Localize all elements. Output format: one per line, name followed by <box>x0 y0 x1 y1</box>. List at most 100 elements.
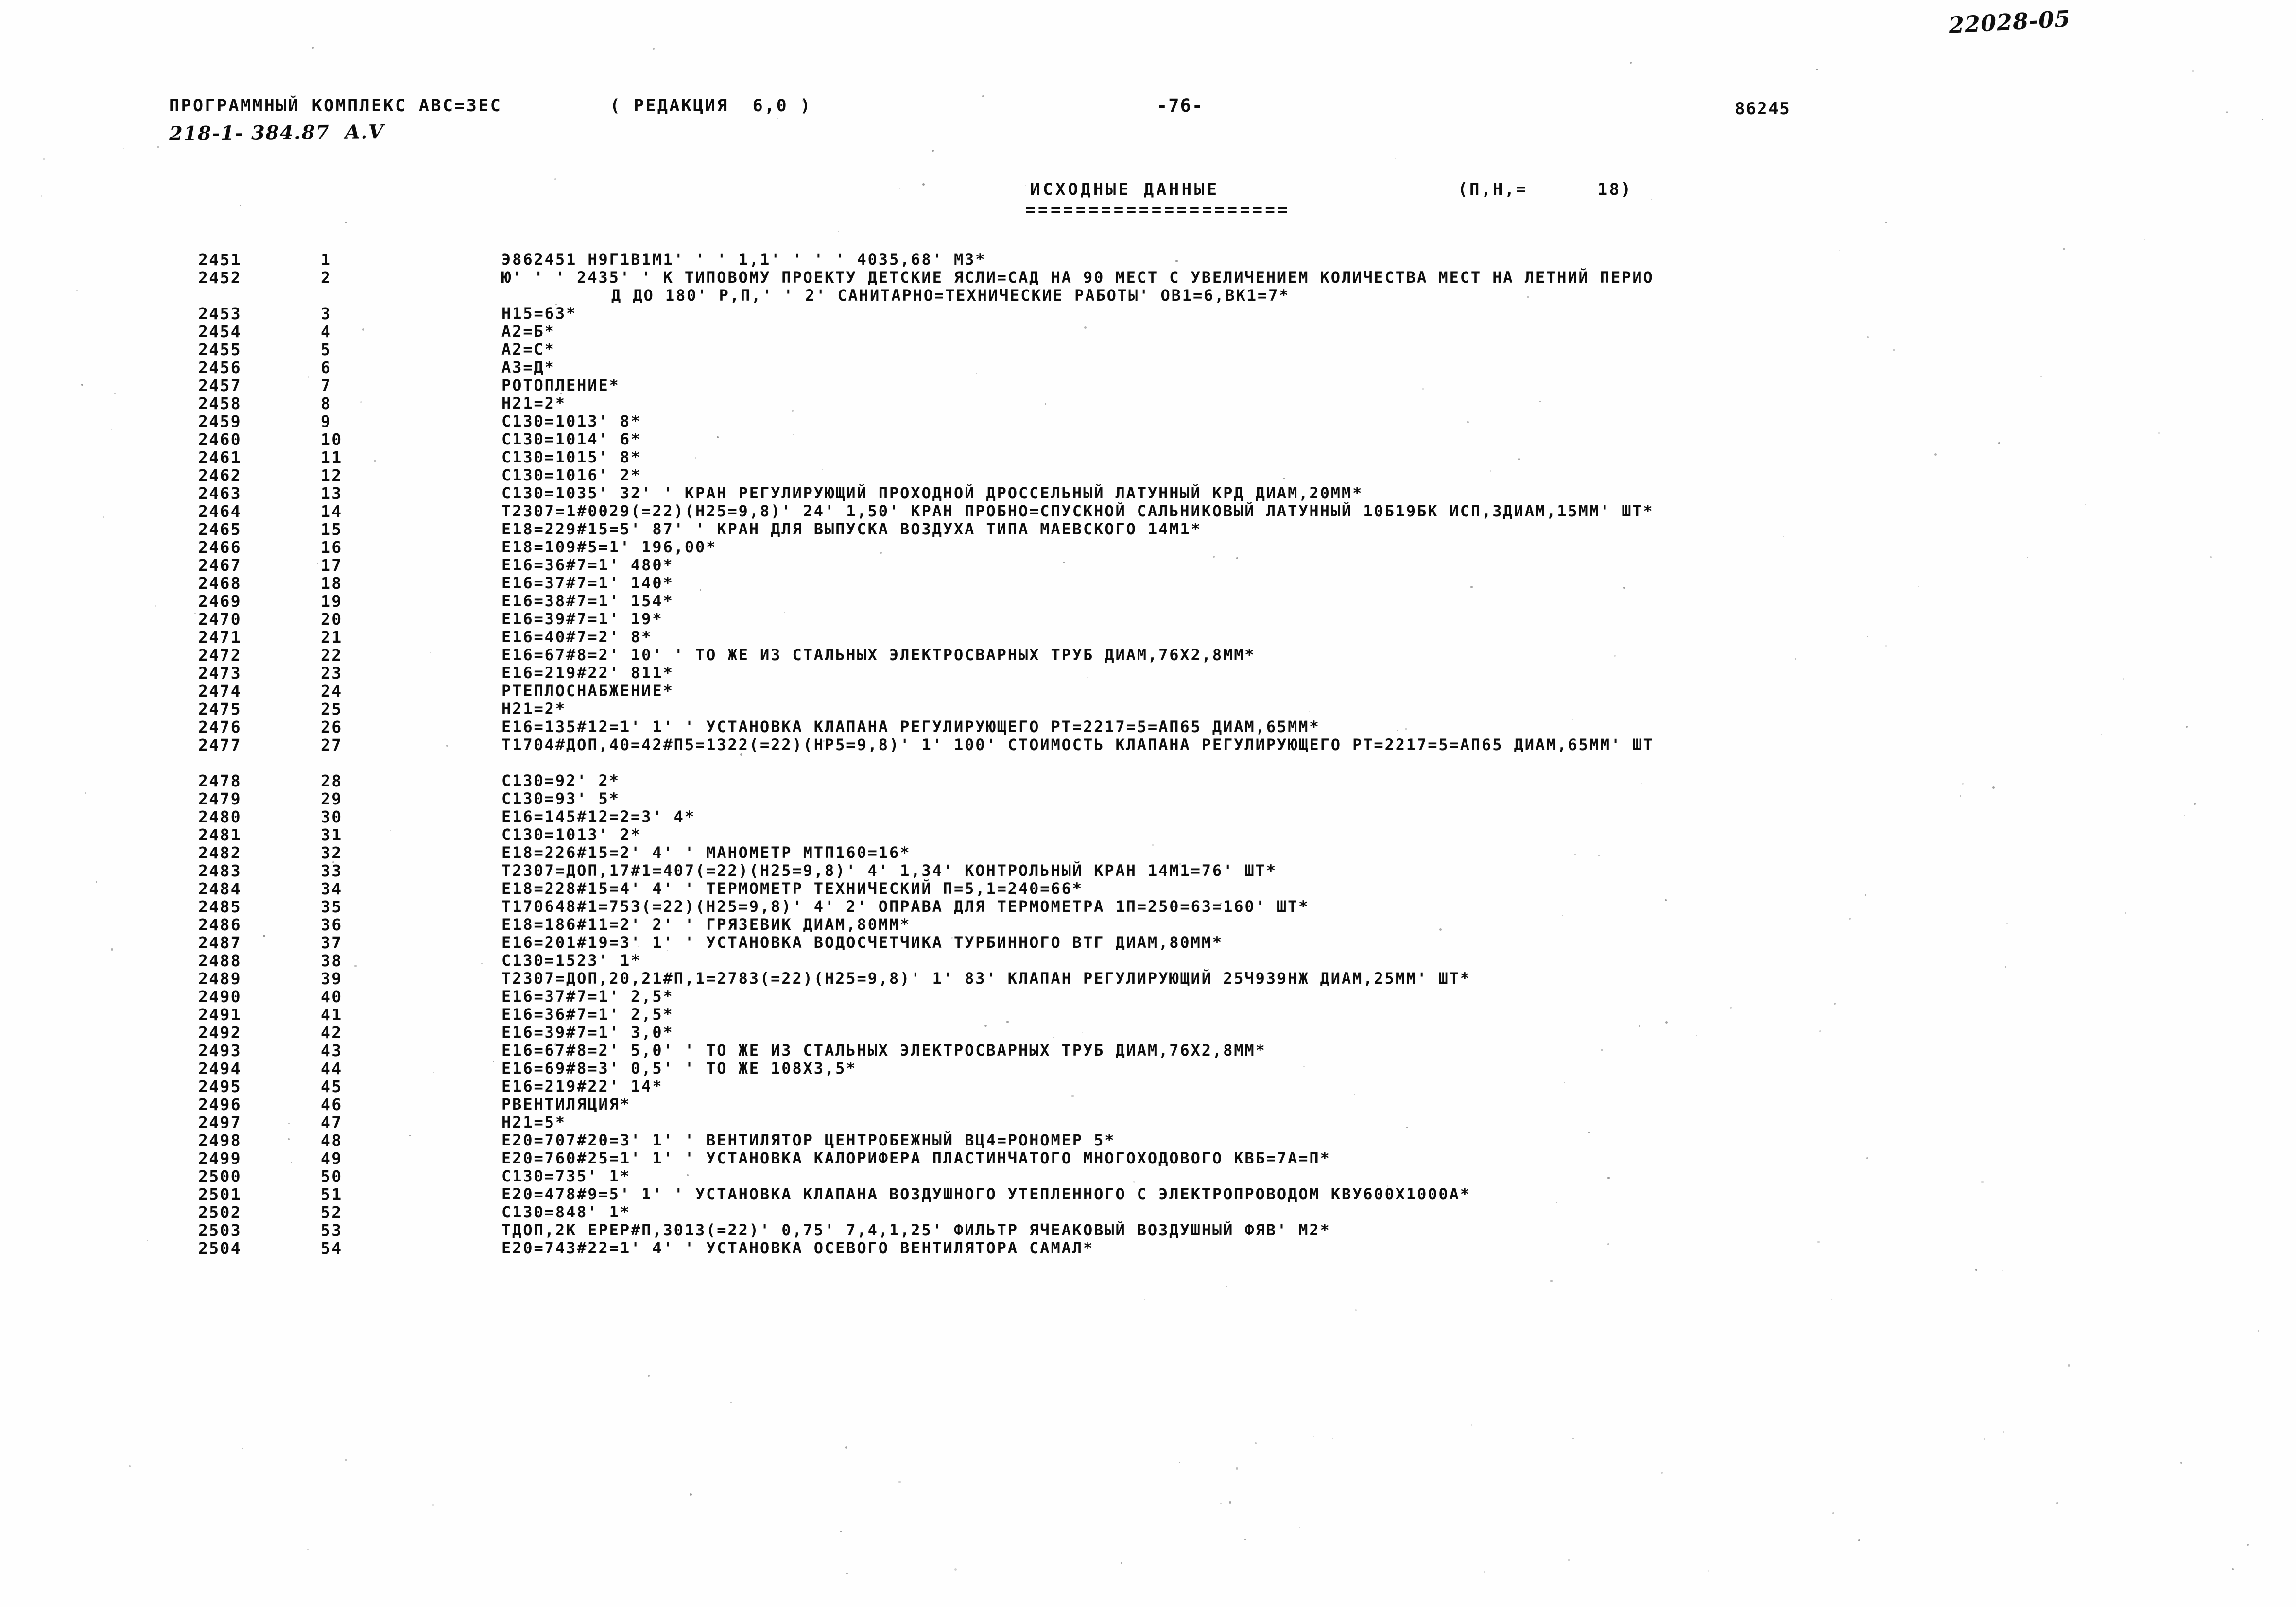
scan-speck <box>1219 1503 1222 1505</box>
listing-row: 2488 38 С130=1523' 1* <box>0 951 2296 970</box>
listing-row: 2481 31 С130=1013' 2* <box>0 825 2296 844</box>
row-record: А3=Д* <box>501 358 555 376</box>
row-line-number: 2501 <box>198 1185 242 1204</box>
row-sequence-number: 38 <box>321 951 343 970</box>
listing-row: 2468 18 Е16=37#7=1' 140* <box>0 574 2296 593</box>
row-record: Н15=63* <box>501 304 577 323</box>
listing-row: 2469 19 Е16=38#7=1' 154* <box>0 592 2296 611</box>
listing-row: 2498 48 Е20=707#20=3' 1' ' ВЕНТИЛЯТОР ЦЕНТ… <box>0 1131 2296 1150</box>
scan-speck <box>2180 1462 2183 1464</box>
row-sequence-number: 1 <box>321 250 332 269</box>
row-sequence-number: 47 <box>321 1113 343 1132</box>
row-record: Е16=145#12=2=3' 4* <box>501 807 695 826</box>
scan-speck <box>1236 1467 1239 1470</box>
row-record: Е16=37#7=1' 140* <box>501 574 674 592</box>
row-sequence-number: 50 <box>321 1167 343 1186</box>
listing-row: 2478 28 С130=92' 2* <box>0 771 2296 790</box>
row-sequence-number: 11 <box>321 448 343 467</box>
section-title-underline: ===================== <box>1025 200 1291 220</box>
row-sequence-number: 31 <box>321 825 343 844</box>
section-counter: (П,Н,= 18) <box>1458 180 1633 199</box>
scan-speck <box>2002 1270 2003 1272</box>
row-record: Н21=5* <box>501 1113 566 1131</box>
row-line-number: 2499 <box>198 1149 242 1168</box>
scan-speck <box>129 1465 131 1467</box>
handwritten-annotation: 22028-05 <box>1948 5 2072 38</box>
scan-speck <box>2192 70 2194 72</box>
listing-row: Д ДО 180' Р,П,' ' 2' САНИТАРНО=ТЕХНИЧЕСК… <box>0 286 2296 305</box>
row-sequence-number: 42 <box>321 1023 343 1042</box>
row-line-number: 2477 <box>198 735 242 754</box>
row-record: Е16=36#7=1' 480* <box>501 556 674 574</box>
row-sequence-number: 16 <box>321 538 343 557</box>
row-line-number: 2453 <box>198 304 242 323</box>
row-record: РОТОПЛЕНИЕ* <box>501 376 620 394</box>
scan-speck <box>1313 1436 1314 1437</box>
row-record: ТДОП,2К ЕРЕР#П,3013(=22)' 0,75' 7,4,1,25… <box>501 1221 1331 1239</box>
scan-speck <box>312 46 314 49</box>
row-record: С130=1013' 2* <box>501 825 642 844</box>
listing-row: 2460 10 С130=1014' 6* <box>0 430 2296 449</box>
row-sequence-number: 29 <box>321 789 343 808</box>
listing-row: 2482 32 Е18=226#15=2' 4' ' МАНОМЕТР МТП160… <box>0 843 2296 862</box>
listing-row: 2458 8 Н21=2* <box>0 394 2296 413</box>
row-record: Т1704#ДОП,40=42#П5=1322(=22)(НР5=9,8)' 1… <box>501 735 1654 754</box>
section-header: ИСХОДНЫЕ ДАННЫЕ ===================== (П… <box>0 180 2296 223</box>
row-sequence-number: 9 <box>321 412 332 431</box>
row-line-number: 2465 <box>198 520 242 539</box>
row-line-number: 2474 <box>198 682 242 701</box>
listing-row: 2501 51 Е20=478#9=5' 1' ' УСТАНОВКА КЛАПАН… <box>0 1185 2296 1204</box>
row-sequence-number: 17 <box>321 556 343 575</box>
row-line-number: 2490 <box>198 987 242 1006</box>
listing-row: 2454 4 А2=Б* <box>0 322 2296 341</box>
row-line-number: 2498 <box>198 1131 242 1150</box>
listing-row: 2486 36 Е18=186#11=2' 2' ' ГРЯЗЕВИК ДИАМ,8… <box>0 915 2296 934</box>
scan-speck <box>1120 1562 1122 1564</box>
row-line-number: 2497 <box>198 1113 242 1132</box>
row-line-number: 2455 <box>198 340 242 359</box>
row-line-number: 2500 <box>198 1167 242 1186</box>
row-record: Е16=36#7=1' 2,5* <box>501 1005 674 1024</box>
listing-row: 2490 40 Е16=37#7=1' 2,5* <box>0 987 2296 1006</box>
row-record: С130=1016' 2* <box>501 466 642 484</box>
row-line-number: 2454 <box>198 322 242 341</box>
row-line-number: 2488 <box>198 951 242 970</box>
scan-speck <box>954 1568 957 1571</box>
row-sequence-number: 8 <box>321 394 332 413</box>
scan-speck <box>2067 1364 2070 1367</box>
listing-spacer-row <box>0 753 2296 771</box>
listing-row: 2483 33 Т2307=ДОП,17#1=407(=22)(Н25=9,8)' … <box>0 861 2296 880</box>
row-record: Е18=228#15=4' 4' ' ТЕРМОМЕТР ТЕХНИЧЕСКИЙ… <box>501 879 1083 898</box>
program-revision: ( РЕДАКЦИЯ 6,0 ) <box>610 96 812 116</box>
row-sequence-number: 37 <box>321 933 343 952</box>
row-sequence-number: 33 <box>321 861 343 880</box>
row-line-number: 2493 <box>198 1041 242 1060</box>
scan-speck <box>846 1572 848 1574</box>
listing-row: 2477 27 Т1704#ДОП,40=42#П5=1322(=22)(НР5=9… <box>0 735 2296 754</box>
row-record: Е16=67#8=2' 10' ' ТО ЖЕ ИЗ СТАЛЬНЫХ ЭЛЕК… <box>501 646 1256 664</box>
row-line-number: 2461 <box>198 448 242 467</box>
row-sequence-number: 40 <box>321 987 343 1006</box>
row-record: Е20=760#25=1' 1' ' УСТАНОВКА КАЛОРИФЕРА … <box>501 1149 1331 1167</box>
scan-speck <box>1550 1279 1553 1282</box>
row-line-number: 2480 <box>198 807 242 826</box>
row-record: РТЕПЛОСНАБЖЕНИЕ* <box>501 682 674 700</box>
listing-row: 2452 2 Ю' ' ' 2435' ' К ТИПОВОМУ ПРОЕКТУ Д… <box>0 268 2296 287</box>
listing-row: 2479 29 С130=93' 5* <box>0 789 2296 808</box>
row-record: Е16=219#22' 811* <box>501 664 674 682</box>
listing-row: 2491 41 Е16=36#7=1' 2,5* <box>0 1005 2296 1024</box>
row-sequence-number: 43 <box>321 1041 343 1060</box>
row-sequence-number: 6 <box>321 358 332 377</box>
row-line-number: 2496 <box>198 1095 242 1114</box>
row-sequence-number: 30 <box>321 807 343 826</box>
row-sequence-number: 24 <box>321 682 343 701</box>
row-line-number: 2472 <box>198 646 242 665</box>
row-record: Е16=219#22' 14* <box>501 1077 663 1095</box>
listing-row: 2499 49 Е20=760#25=1' 1' ' УСТАНОВКА КАЛОР… <box>0 1149 2296 1168</box>
row-sequence-number: 26 <box>321 718 343 736</box>
row-line-number: 2491 <box>198 1005 242 1024</box>
listing-row: 2495 45 Е16=219#22' 14* <box>0 1077 2296 1096</box>
listing-row: 2474 24 РТЕПЛОСНАБЖЕНИЕ* <box>0 682 2296 701</box>
listing-row: 2467 17 Е16=36#7=1' 480* <box>0 556 2296 575</box>
row-sequence-number: 23 <box>321 664 343 683</box>
